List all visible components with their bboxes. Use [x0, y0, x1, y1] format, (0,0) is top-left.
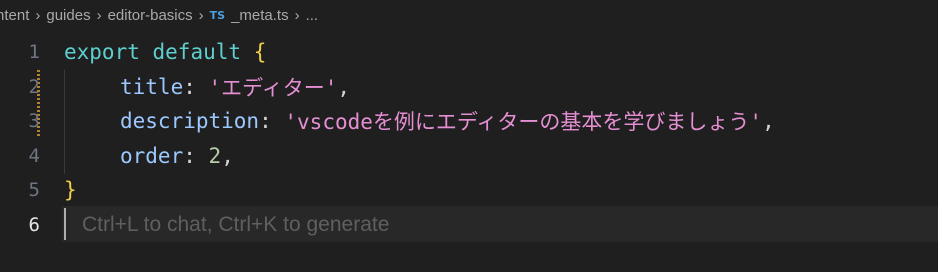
- open-brace: {: [253, 39, 267, 64]
- code-line[interactable]: 3 description: 'vscodeを例にエディターの基本を学びましょう…: [0, 103, 938, 138]
- typescript-file-icon: TS: [209, 8, 226, 22]
- chevron-right-icon: ›: [96, 6, 102, 24]
- breadcrumb: ntent › guides › editor-basics › TS _met…: [0, 0, 938, 30]
- breadcrumb-item-symbols[interactable]: ...: [306, 7, 319, 24]
- property-description: description: [120, 108, 260, 133]
- code-line[interactable]: 5 }: [0, 172, 938, 207]
- chevron-right-icon: ›: [198, 6, 204, 24]
- code-line[interactable]: 4 order: 2,: [0, 138, 938, 173]
- property-title: title: [120, 74, 184, 99]
- keyword-export: export: [64, 39, 140, 64]
- line-number: 3: [28, 109, 40, 132]
- keyword-default: default: [152, 39, 242, 64]
- number-order-value: 2: [208, 143, 222, 168]
- code-line[interactable]: 2 title: 'エディター',: [0, 69, 938, 104]
- text-cursor: [64, 208, 66, 240]
- breadcrumb-item-guides[interactable]: guides: [46, 7, 90, 24]
- line-number-active: 6: [28, 213, 40, 236]
- property-order: order: [120, 143, 184, 168]
- code-editor[interactable]: ntent › guides › editor-basics › TS _met…: [0, 0, 938, 272]
- line-number: 4: [28, 144, 40, 167]
- code-line[interactable]: 1 export default {: [0, 34, 938, 69]
- breadcrumb-item-file[interactable]: _meta.ts: [231, 7, 289, 24]
- string-title-value: 'エディター': [208, 75, 338, 100]
- inline-ai-hint: Ctrl+L to chat, Ctrl+K to generate: [82, 213, 390, 236]
- breadcrumb-item-content[interactable]: ntent: [0, 7, 29, 24]
- chevron-right-icon: ›: [294, 6, 300, 24]
- line-number: 1: [28, 40, 40, 63]
- string-description-value: 'vscodeを例にエディターの基本を学びましょう': [284, 109, 763, 134]
- close-brace: }: [64, 177, 77, 202]
- chevron-right-icon: ›: [35, 6, 41, 24]
- breadcrumb-item-editor-basics[interactable]: editor-basics: [108, 7, 193, 24]
- line-number: 5: [28, 178, 40, 201]
- line-number: 2: [28, 75, 40, 98]
